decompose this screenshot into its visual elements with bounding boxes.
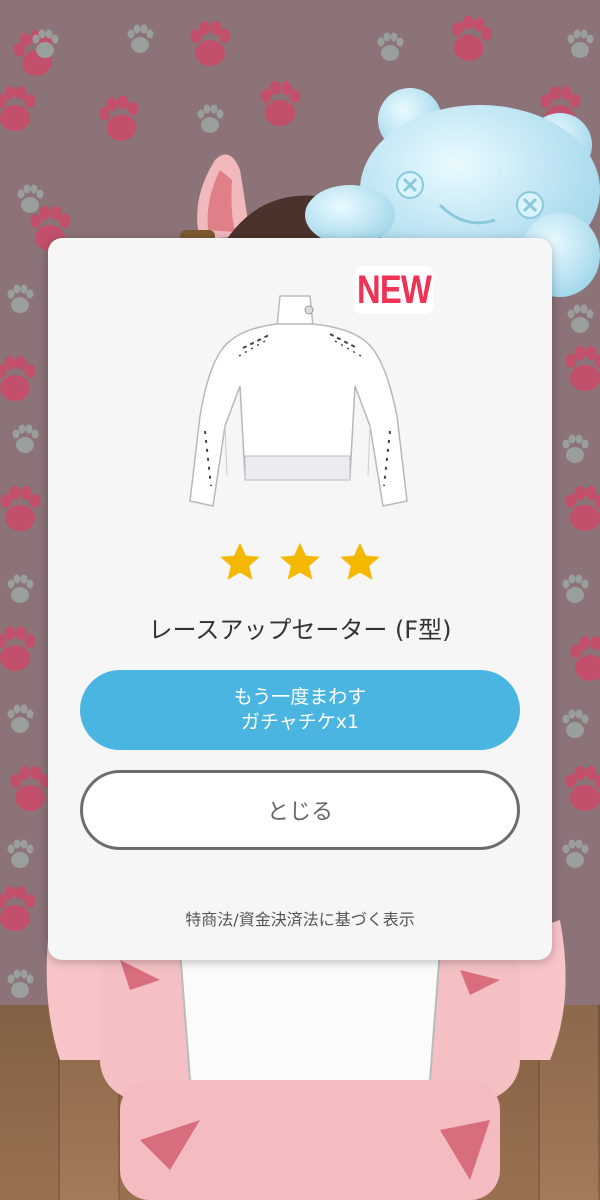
star-icon: [220, 542, 260, 580]
close-button[interactable]: とじる: [80, 770, 520, 850]
ticket-cost-label: ガチャチケx1: [240, 711, 360, 733]
star-icon: [280, 542, 320, 580]
spin-again-button[interactable]: もう一度まわす ガチャチケx1: [80, 670, 520, 750]
item-name: レースアップセーター (F型): [148, 616, 452, 644]
spin-again-label: もう一度まわす: [233, 686, 367, 708]
star-icon: [340, 542, 380, 580]
new-badge: NEW: [354, 266, 434, 314]
legal-notice-link[interactable]: 特商法/資金決済法に基づく表示: [48, 906, 552, 930]
lace-up-sweater-image: [189, 295, 408, 507]
rarity-stars: [218, 540, 382, 590]
